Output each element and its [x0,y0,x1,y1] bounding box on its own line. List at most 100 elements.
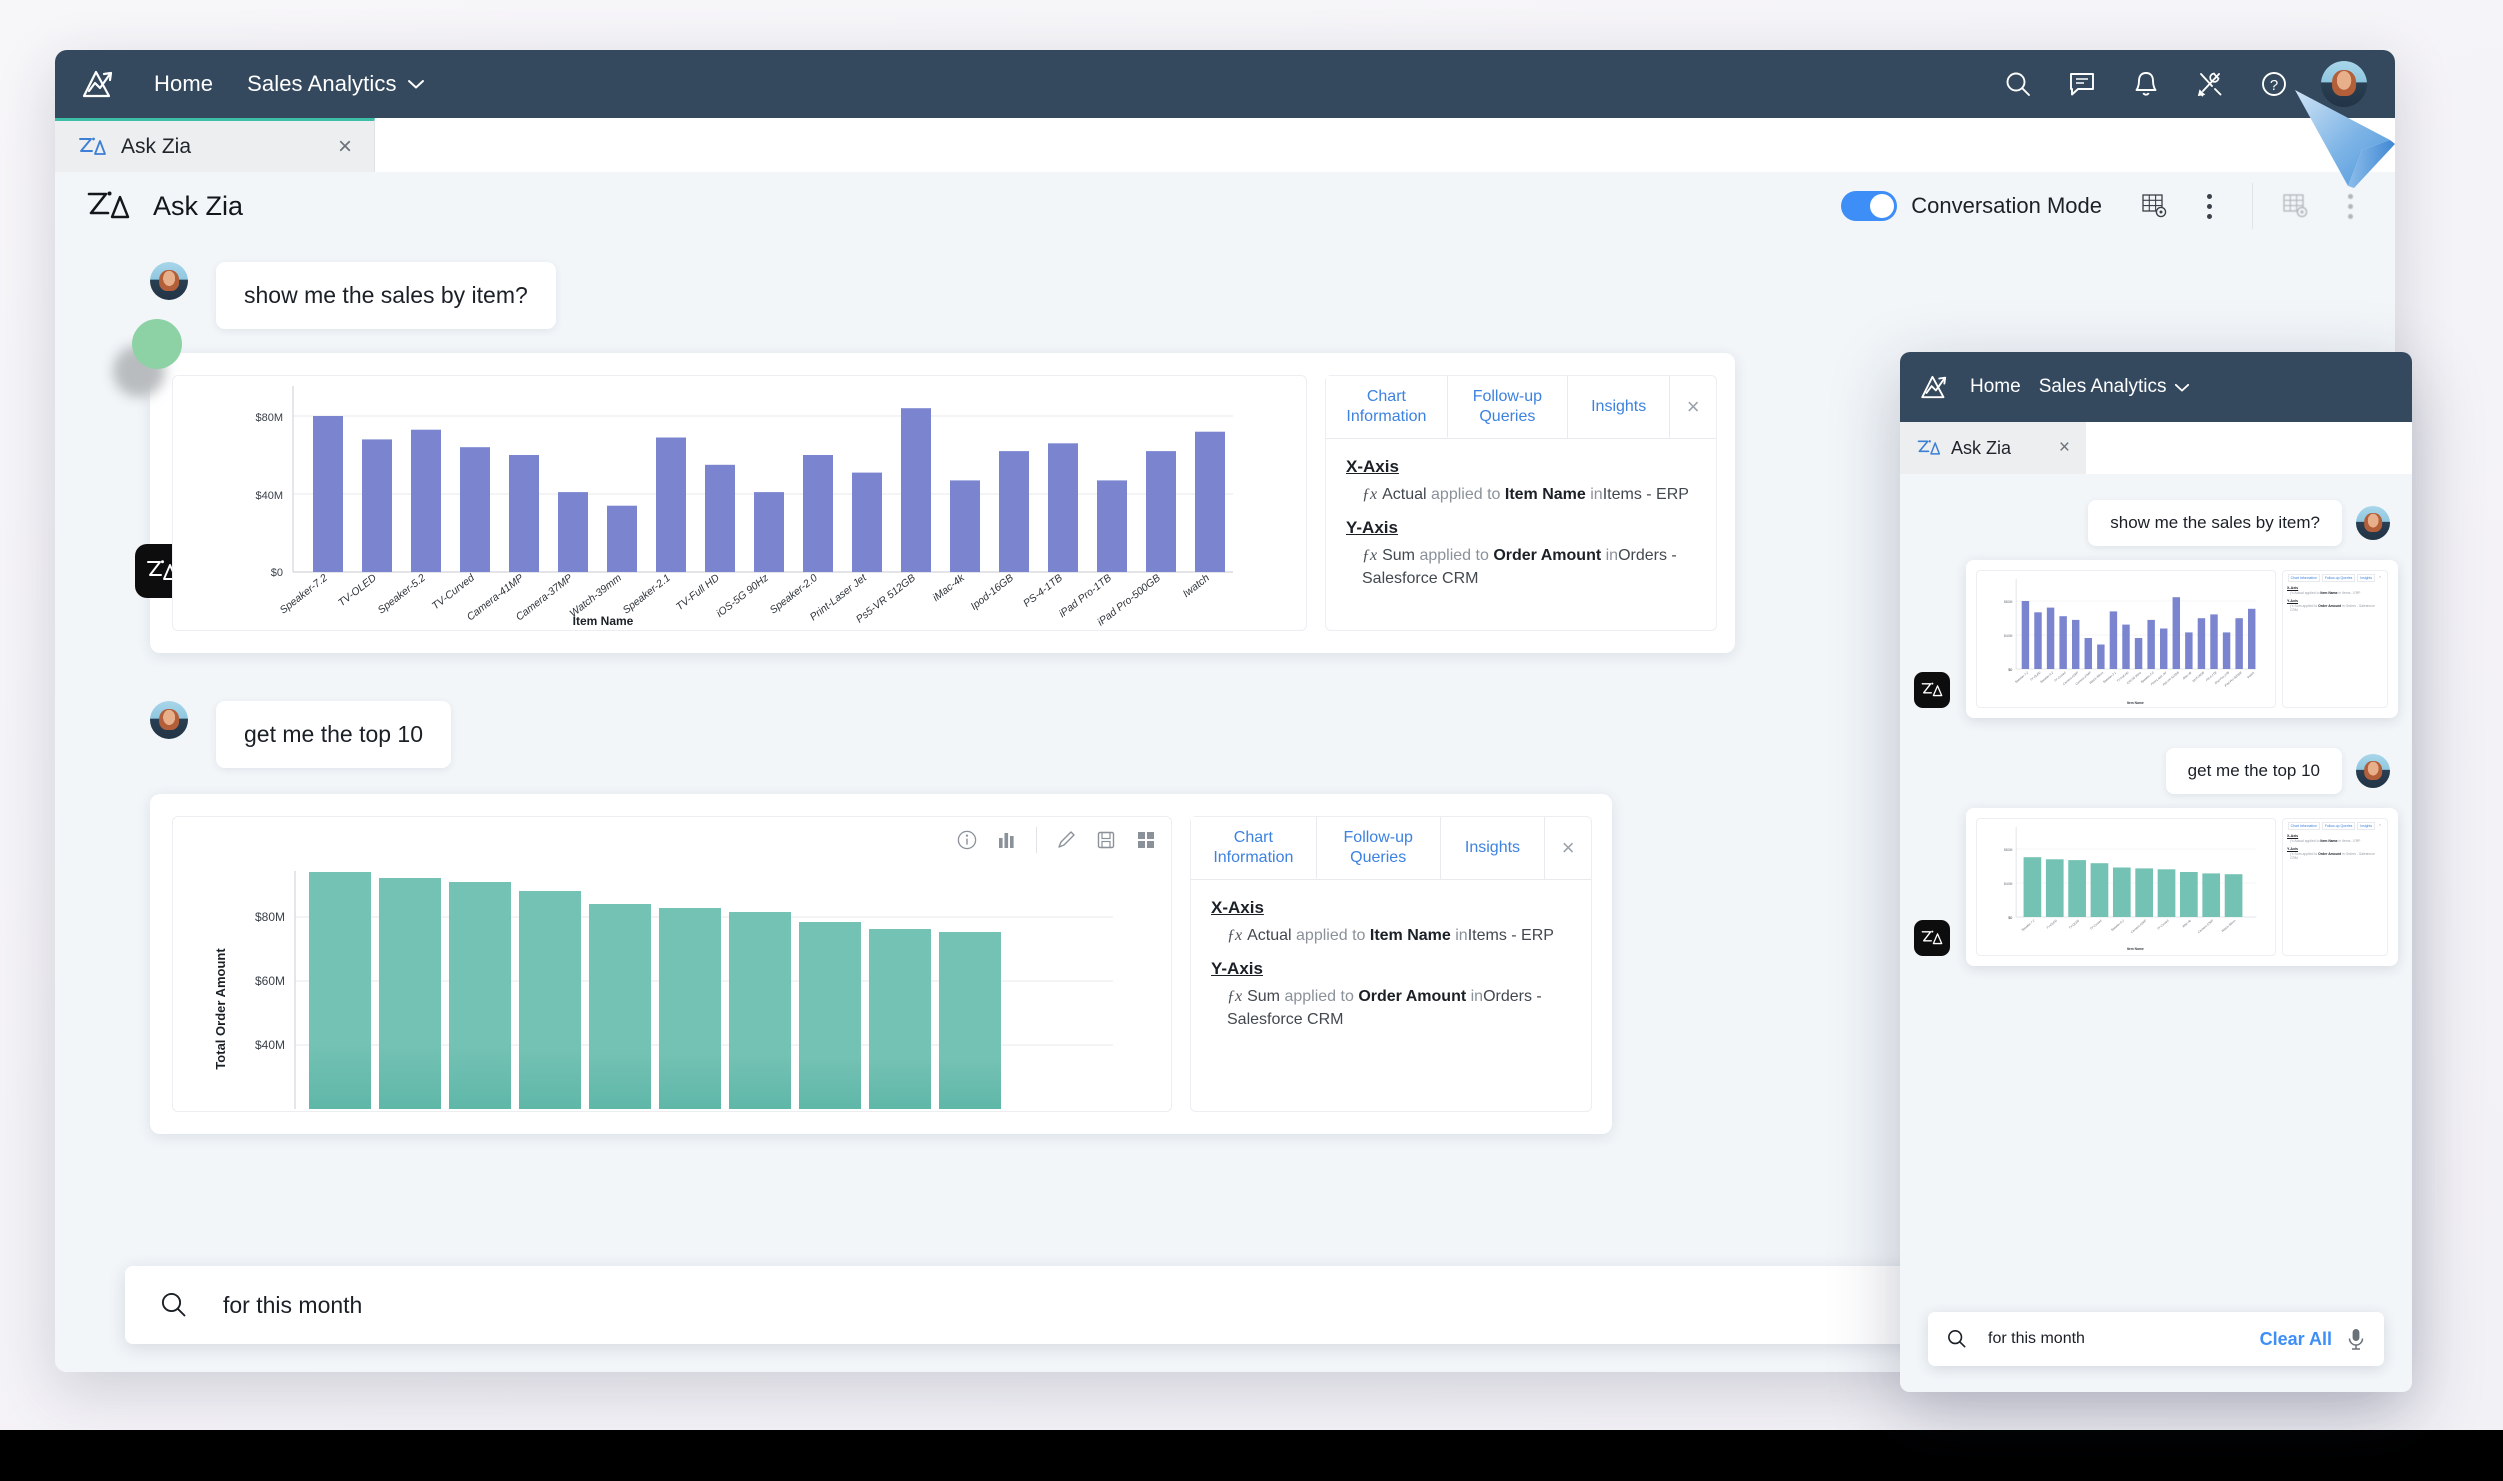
info-tabs: Chart Information Follow-up Queries Insi… [1326,376,1716,439]
x-axis-func: Actual [2294,839,2303,843]
tab-chart-information[interactable]: Chart Information [1326,376,1448,438]
preview-conversation-area[interactable]: show me the sales by item? $80M $40M $0 [1900,474,2412,1392]
close-icon[interactable]: × [338,135,352,159]
preview-chart-card-2[interactable]: $80M $40M $0 [1966,808,2398,966]
preview-bar-chart-1: $80M $40M $0 [1977,571,2275,709]
y-axis-title: Y-Axis [1346,518,1696,538]
x-axis-field: Item Name [2320,591,2337,595]
y-axis-field: Order Amount [2318,604,2341,608]
svg-text:$0: $0 [2008,916,2012,920]
chart-pane-1[interactable]: $80M $40M $0 [172,375,1307,631]
x-axis-title: X-Axis [1211,898,1571,918]
tab-chart-information[interactable]: Chart Information [2288,574,2320,582]
preview-info-tabs: Chart Information Follow-up Queries Insi… [2283,571,2387,582]
tab-followup-queries[interactable]: Follow-up Queries [2322,574,2356,582]
svg-text:$80M: $80M [255,910,285,924]
tab-ask-zia-label: Ask Zia [121,135,191,159]
clear-all-button[interactable]: Clear All [2260,1329,2332,1350]
close-icon[interactable]: × [2377,574,2383,582]
x-axis-field: Item Name [1505,486,1586,503]
tab-ask-zia[interactable]: Ask Zia × [55,118,375,172]
user-message-text: show me the sales by item? [216,262,556,329]
zia-assistant-badge [1914,920,1950,956]
preview-chart-card-1[interactable]: $80M $40M $0 [1966,560,2398,718]
svg-text:TV-Curved: TV-Curved [2089,918,2103,931]
fx-icon: ƒx [1362,547,1377,564]
chat-icon[interactable] [2065,67,2099,101]
tab-insights[interactable]: Insights [2357,822,2375,830]
preview-info-pane-1: Chart Information Follow-up Queries Insi… [2282,570,2388,708]
tab-chart-information-label: Chart Information [1340,387,1433,427]
add-widget-icon[interactable] [1135,829,1157,851]
nav-sales-analytics-label: Sales Analytics [247,71,396,97]
y-axis-applied: applied to [2302,852,2317,856]
preview-info-body: X-Axis ƒx Actual applied to Item Name in… [2283,830,2387,861]
tab-insights-label: Insights [1465,838,1520,858]
tab-insights[interactable]: Insights [2357,574,2375,582]
more-vertical-icon[interactable] [2194,191,2224,221]
x-axis-applied: applied to [2305,839,2320,843]
tab-chart-information[interactable]: Chart Information [2288,822,2320,830]
conversation-mode-toggle[interactable] [1841,191,1897,221]
tools-icon[interactable] [2193,67,2227,101]
table-settings-icon[interactable] [2140,191,2170,221]
y-axis-func: Sum [1247,988,1280,1005]
preview-chart-pane-1[interactable]: $80M $40M $0 [1976,570,2276,708]
svg-text:Ipod-16GB: Ipod-16GB [968,572,1015,613]
x-axis-in: in [1455,927,1467,944]
y-axis-title: Y-Axis [1211,959,1571,979]
preview-search-bar[interactable]: for this month Clear All [1928,1312,2384,1366]
x-axis-func: Actual [1247,927,1291,944]
x-axis-in: in [1590,486,1602,503]
tab-followup-queries-label: Follow-up Queries [1331,828,1426,868]
preview-nav-sales-analytics[interactable]: Sales Analytics [2039,376,2191,398]
close-icon[interactable]: × [2059,437,2070,459]
help-icon[interactable]: ? [2257,67,2291,101]
tab-insights[interactable]: Insights [1441,817,1546,879]
search-icon[interactable] [2001,67,2035,101]
info-icon[interactable] [956,829,978,851]
close-icon[interactable]: × [1670,376,1716,438]
tab-strip: Ask Zia × [55,118,2395,173]
nav-home-label: Home [154,71,213,97]
svg-text:Total Order Amount: Total Order Amount [213,948,228,1070]
x-axis-field: Item Name [1370,927,1451,944]
preview-tab-ask-zia[interactable]: Ask Zia × [1900,422,2086,474]
chart-type-icon[interactable] [996,829,1018,851]
preview-chart-pane-2[interactable]: $80M $40M $0 [1976,818,2276,956]
zoho-analytics-logo-icon[interactable] [78,63,120,105]
search-input[interactable]: for this month [223,1292,362,1319]
bell-icon[interactable] [2129,67,2163,101]
tab-followup-queries[interactable]: Follow-up Queries [1317,817,1441,879]
svg-text:Item Name: Item Name [573,614,634,628]
preview-nav-home[interactable]: Home [1970,376,2021,398]
preview-search-input[interactable]: for this month [1988,1330,2085,1348]
tab-followup-queries[interactable]: Follow-up Queries [2322,822,2356,830]
svg-text:$40M: $40M [2004,882,2012,886]
nav-home[interactable]: Home [154,71,213,97]
svg-text:Ipod-16GB: Ipod-16GB [2191,671,2204,684]
x-axis-in: in [2339,839,2342,843]
x-axis-in: in [2339,591,2342,595]
tab-chart-information[interactable]: Chart Information [1191,817,1317,879]
microphone-icon[interactable] [2346,1327,2366,1351]
x-axis-field: Item Name [2320,839,2337,843]
svg-text:Speaker-7.2: Speaker-7.2 [2014,670,2029,684]
svg-text:Speaker-5.2: Speaker-5.2 [376,572,428,617]
chart-toolbar [956,827,1157,853]
zoho-analytics-logo-icon[interactable] [1918,370,1952,404]
edit-pencil-icon[interactable] [1055,829,1077,851]
chart-pane-2[interactable]: $80M $60M $40M Total Order Amount [172,816,1172,1112]
svg-text:TV-QLED: TV-QLED [2068,918,2081,930]
save-icon[interactable] [1095,829,1117,851]
preview-message-user-1: show me the sales by item? [1900,500,2412,546]
zia-assistant-badge [1914,672,1950,708]
nav-sales-analytics[interactable]: Sales Analytics [247,71,424,97]
tab-followup-queries[interactable]: Follow-up Queries [1448,376,1568,438]
chart-card-2: $80M $60M $40M Total Order Amount [150,794,1612,1134]
x-axis-func: Actual [1382,486,1426,503]
tab-insights[interactable]: Insights [1568,376,1671,438]
close-icon[interactable]: × [1545,817,1591,879]
close-icon[interactable]: × [2377,822,2383,830]
x-axis-title: X-Axis [2287,834,2383,838]
